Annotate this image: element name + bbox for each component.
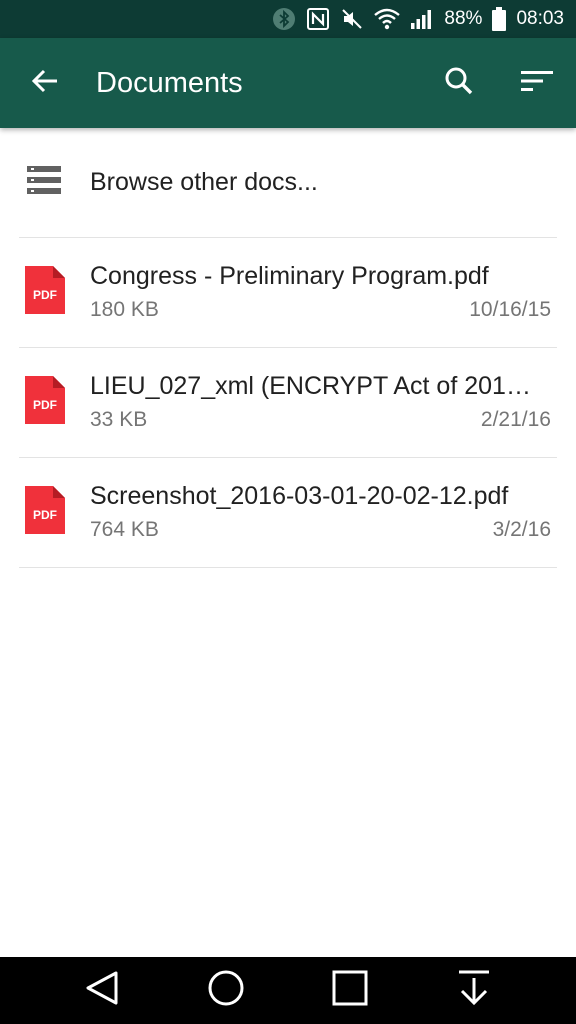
document-date: 2/21/16 <box>480 407 551 431</box>
bluetooth-icon <box>272 7 296 31</box>
wifi-icon <box>374 8 401 30</box>
nav-home-button[interactable] <box>191 957 261 1024</box>
back-button[interactable] <box>0 38 90 128</box>
nfc-icon <box>306 7 330 31</box>
recents-square-icon <box>332 970 368 1011</box>
back-triangle-icon <box>85 970 119 1011</box>
list-icon <box>27 166 61 199</box>
document-date: 10/16/15 <box>469 297 551 321</box>
browse-other-docs-label: Browse other docs... <box>90 168 318 196</box>
battery-percent: 88% <box>444 8 483 29</box>
sort-icon <box>521 69 553 98</box>
svg-text:PDF: PDF <box>33 508 57 522</box>
nav-recents-button[interactable] <box>315 957 385 1024</box>
download-icon <box>457 970 491 1011</box>
battery-icon <box>492 7 507 31</box>
arrow-left-icon <box>31 67 59 100</box>
signal-icon <box>410 8 434 30</box>
search-button[interactable] <box>420 38 498 128</box>
pdf-file-icon: PDF <box>25 266 65 319</box>
mute-icon <box>340 7 364 31</box>
document-date: 3/2/16 <box>492 517 551 541</box>
document-name: LIEU_027_xml (ENCRYPT Act of 201… <box>90 371 531 400</box>
documents-list: Browse other docs... PDF Congress - Prel… <box>0 128 576 568</box>
browse-other-docs-row[interactable]: Browse other docs... <box>19 128 557 238</box>
document-size: 180 KB <box>90 297 159 321</box>
sort-button[interactable] <box>498 38 576 128</box>
app-bar: Documents <box>0 38 576 128</box>
document-name: Screenshot_2016-03-01-20-02-12.pdf <box>90 481 509 510</box>
pdf-file-icon: PDF <box>25 486 65 539</box>
document-row[interactable]: PDF Congress - Preliminary Program.pdf 1… <box>19 238 557 348</box>
nav-back-button[interactable] <box>67 957 137 1024</box>
home-circle-icon <box>207 969 245 1012</box>
document-size: 764 KB <box>90 517 159 541</box>
search-icon <box>444 66 474 101</box>
clock: 08:03 <box>516 8 564 29</box>
document-row[interactable]: PDF Screenshot_2016-03-01-20-02-12.pdf 7… <box>19 458 557 568</box>
svg-text:PDF: PDF <box>33 288 57 302</box>
document-row[interactable]: PDF LIEU_027_xml (ENCRYPT Act of 201… 33… <box>19 348 557 458</box>
pdf-file-icon: PDF <box>25 376 65 429</box>
status-bar: 88% 08:03 <box>0 0 576 38</box>
document-name: Congress - Preliminary Program.pdf <box>90 261 489 290</box>
page-title: Documents <box>96 66 243 99</box>
svg-text:PDF: PDF <box>33 398 57 412</box>
document-size: 33 KB <box>90 407 148 431</box>
navigation-bar <box>0 957 576 1024</box>
nav-download-button[interactable] <box>439 957 509 1024</box>
